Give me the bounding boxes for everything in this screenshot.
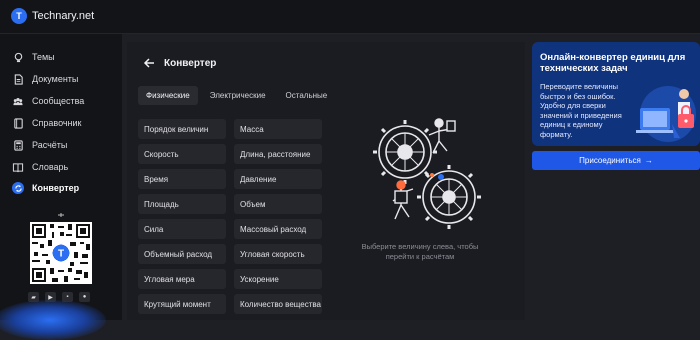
- sidebar-item-communities[interactable]: Сообщества: [12, 93, 84, 109]
- category-tabs: Физические Электрические Остальные: [138, 85, 327, 105]
- tab-electrical[interactable]: Электрические: [202, 86, 274, 105]
- bulb-icon: [12, 51, 24, 63]
- quantity-item[interactable]: Давление: [234, 169, 322, 189]
- converter-icon: [12, 182, 24, 194]
- back-arrow-icon[interactable]: [142, 56, 156, 70]
- quantity-item[interactable]: Массовый расход: [234, 219, 322, 239]
- community-icon: [12, 95, 24, 107]
- brand-name: Technary.net: [32, 10, 95, 22]
- sidebar-item-label: Конвертер: [32, 183, 80, 193]
- sidebar: Темы Документы Сообщества Справочник Рас…: [0, 34, 122, 340]
- sidebar-item-label: Справочник: [32, 118, 82, 128]
- promo-text: Переводите величины быстро и без ошибок.…: [540, 82, 622, 139]
- sidebar-item-calculations[interactable]: Расчёты: [12, 137, 67, 153]
- sidebar-item-documents[interactable]: Документы: [12, 71, 78, 87]
- promo-banner: Онлайн-конвертер единиц для технических …: [532, 42, 700, 146]
- apple-icon[interactable]: ●: [79, 292, 90, 302]
- empty-state-hint: Выберите величину слева, чтобы перейти к…: [361, 242, 479, 261]
- sidebar-item-reference[interactable]: Справочник: [12, 115, 82, 131]
- quantity-item[interactable]: Объемный расход: [138, 244, 226, 264]
- quantity-item[interactable]: Количество вещества: [234, 294, 322, 314]
- sidebar-item-label: Словарь: [32, 162, 69, 172]
- sidebar-item-dictionary[interactable]: Словарь: [12, 159, 68, 175]
- document-icon: [12, 73, 24, 85]
- calculator-icon: [12, 139, 24, 151]
- quantity-item[interactable]: Угловая мера: [138, 269, 226, 289]
- svg-text:T: T: [58, 249, 64, 260]
- promo-title: Онлайн-конвертер единиц для технических …: [540, 52, 686, 74]
- brand-mark-icon: T: [11, 8, 27, 24]
- join-button-label: Присоединиться: [579, 156, 641, 165]
- quantity-item[interactable]: Порядок величин: [138, 119, 226, 139]
- sidebar-item-label: Сообщества: [32, 96, 85, 106]
- promo-illustration: [628, 80, 700, 146]
- quantity-item[interactable]: Крутящий момент: [138, 294, 226, 314]
- sidebar-item-label: Документы: [32, 74, 79, 84]
- decorative-glow: [0, 300, 106, 340]
- book-icon: [12, 117, 24, 129]
- quantity-item[interactable]: Длина, расстояние: [234, 144, 322, 164]
- quantity-item[interactable]: Ускорение: [234, 269, 322, 289]
- arrow-right-icon: →: [644, 156, 653, 165]
- quantity-item[interactable]: Скорость: [138, 144, 226, 164]
- quantity-item[interactable]: Угловая скорость: [234, 244, 322, 264]
- tab-other[interactable]: Остальные: [278, 86, 336, 105]
- join-button[interactable]: Присоединиться →: [532, 151, 700, 170]
- sidebar-item-label: Расчёты: [32, 140, 68, 150]
- tab-physical[interactable]: Физические: [138, 85, 198, 105]
- quantity-item[interactable]: Площадь: [138, 194, 226, 214]
- page-title: Конвертер: [164, 58, 217, 69]
- sidebar-item-converter[interactable]: Конвертер: [12, 180, 79, 196]
- app-download-card: T ▰ ▶ ▪ ●: [12, 212, 110, 312]
- brand-logo[interactable]: T Technary.net: [11, 8, 94, 24]
- sidebar-item-label: Темы: [32, 52, 55, 62]
- sidebar-item-topics[interactable]: Темы: [12, 49, 55, 65]
- gears-illustration: [365, 115, 500, 240]
- quantity-item[interactable]: Сила: [138, 219, 226, 239]
- bolt-icon: [57, 212, 65, 218]
- quantity-item[interactable]: Время: [138, 169, 226, 189]
- top-bar: T Technary.net: [0, 0, 700, 34]
- dictionary-icon: [12, 161, 24, 173]
- quantity-item[interactable]: Масса: [234, 119, 322, 139]
- quantity-item[interactable]: Объем: [234, 194, 322, 214]
- qr-code[interactable]: T: [30, 222, 92, 284]
